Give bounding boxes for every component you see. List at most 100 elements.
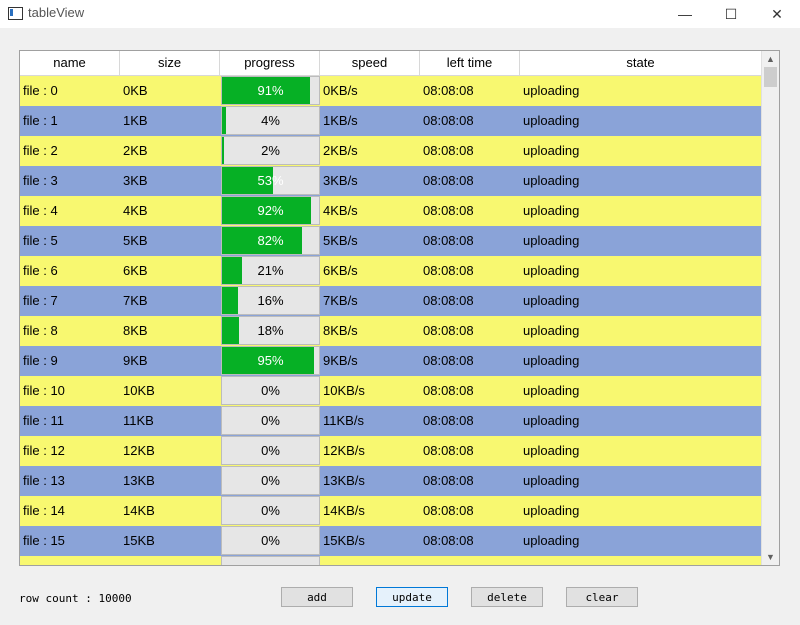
cell-state: uploading [523,353,580,368]
cell-speed: 3KB/s [323,173,358,188]
delete-button[interactable]: delete [471,587,543,607]
progress-bar: 95% [221,346,320,375]
cell-left-time: 08:08:08 [423,443,474,458]
update-button[interactable]: update [376,587,448,607]
column-header-size[interactable]: size [120,51,220,75]
cell-left-time: 08:08:08 [423,353,474,368]
progress-label [222,557,319,565]
cell-left-time: 08:08:08 [423,263,474,278]
cell-speed: 14KB/s [323,503,365,518]
progress-bar: 0% [221,526,320,555]
cell-name: file : 2 [23,143,58,158]
progress-bar: 16% [221,286,320,315]
minimize-button[interactable]: — [662,0,708,28]
table-row[interactable]: file : 2 2KB 2KB/s 08:08:08 uploading 2% [20,136,761,166]
cell-name: file : 0 [23,83,58,98]
cell-size: 13KB [123,473,155,488]
cell-speed: 6KB/s [323,263,358,278]
column-header-name[interactable]: name [20,51,120,75]
scroll-down-arrow-icon[interactable]: ▼ [762,549,779,565]
cell-name: file : 10 [23,383,65,398]
table-row[interactable]: file : 10 10KB 10KB/s 08:08:08 uploading 0% [20,376,761,406]
progress-bar: 0% [221,406,320,435]
table-row[interactable]: file : 13 13KB 13KB/s 08:08:08 uploading 0% [20,466,761,496]
progress-bar: 91% [221,76,320,105]
progress-bar: 53% [221,166,320,195]
cell-size: 14KB [123,503,155,518]
progress-label: 95% [257,353,284,368]
progress-bar: 0% [221,496,320,525]
cell-size: 8KB [123,323,148,338]
cell-name: file : 12 [23,443,65,458]
cell-speed: 0KB/s [323,83,358,98]
cell-left-time: 08:08:08 [423,503,474,518]
close-button[interactable]: ✕ [754,0,800,28]
table-row[interactable]: file : 3 3KB 3KB/s 08:08:08 uploading 53% [20,166,761,196]
column-header-speed[interactable]: speed [320,51,420,75]
cell-name: file : 13 [23,473,65,488]
table-row[interactable]: file : 8 8KB 8KB/s 08:08:08 uploading 18% [20,316,761,346]
cell-state: uploading [523,263,580,278]
table-row[interactable]: file : 11 11KB 11KB/s 08:08:08 uploading 0% [20,406,761,436]
progress-bar: 4% [221,106,320,135]
table-body: file : 0 0KB 0KB/s 08:08:08 uploading 91% file… [20,76,761,565]
table-row[interactable]: file : 14 14KB 14KB/s 08:08:08 uploading 0% [20,496,761,526]
progress-bar: 0% [221,466,320,495]
add-button[interactable]: add [281,587,353,607]
progress-bar: 82% [221,226,320,255]
cell-name: file : 8 [23,323,58,338]
cell-left-time: 08:08:08 [423,173,474,188]
table-row[interactable]: file : 0 0KB 0KB/s 08:08:08 uploading 91% [20,76,761,106]
cell-size: 10KB [123,383,155,398]
table-header: name size progress speed left time state [20,51,761,76]
window-title: tableView [28,5,85,20]
table-row[interactable]: file : 7 7KB 7KB/s 08:08:08 uploading 16% [20,286,761,316]
cell-speed: 9KB/s [323,353,358,368]
cell-name: file : 9 [23,353,58,368]
cell-size: 12KB [123,443,155,458]
table-row[interactable]: file : 15 15KB 15KB/s 08:08:08 uploading 0% [20,526,761,556]
progress-label: 2% [261,143,280,158]
table-row[interactable]: file : 12 12KB 12KB/s 08:08:08 uploading 0% [20,436,761,466]
table-row[interactable]: file : 6 6KB 6KB/s 08:08:08 uploading 21% [20,256,761,286]
cell-size: 11KB [123,413,154,428]
progress-label: 0% [261,413,280,428]
vertical-scrollbar[interactable]: ▲ ▼ [761,51,779,565]
cell-state: uploading [523,83,580,98]
progress-bar: 21% [221,256,320,285]
cell-state: uploading [523,143,580,158]
cell-left-time: 08:08:08 [423,293,474,308]
cell-state: uploading [523,443,580,458]
progress-bar [221,556,320,565]
column-header-progress[interactable]: progress [220,51,320,75]
title-bar: tableView — ☐ ✕ [0,0,800,28]
cell-size: 2KB [123,143,148,158]
table-row[interactable] [20,556,761,565]
cell-size: 0KB [123,83,148,98]
progress-label: 4% [261,113,280,128]
progress-label: 53% [257,173,284,188]
clear-button[interactable]: clear [566,587,638,607]
cell-state: uploading [523,413,580,428]
cell-speed [320,556,420,565]
cell-speed: 8KB/s [323,323,358,338]
column-header-state[interactable]: state [520,51,761,75]
cell-left-time [420,556,520,565]
table-row[interactable]: file : 1 1KB 1KB/s 08:08:08 uploading 4% [20,106,761,136]
maximize-button[interactable]: ☐ [708,0,754,28]
progress-label: 18% [257,323,284,338]
progress-label: 92% [257,203,284,218]
cell-left-time: 08:08:08 [423,203,474,218]
cell-left-time: 08:08:08 [423,473,474,488]
table-row[interactable]: file : 5 5KB 5KB/s 08:08:08 uploading 82% [20,226,761,256]
scroll-up-arrow-icon[interactable]: ▲ [762,51,779,67]
scrollbar-thumb[interactable] [764,67,777,87]
cell-state: uploading [523,473,580,488]
cell-name: file : 5 [23,233,58,248]
cell-name: file : 7 [23,293,58,308]
table-row[interactable]: file : 9 9KB 9KB/s 08:08:08 uploading 95% [20,346,761,376]
file-table[interactable]: name size progress speed left time state… [19,50,780,566]
cell-name: file : 4 [23,203,58,218]
column-header-left-time[interactable]: left time [420,51,520,75]
table-row[interactable]: file : 4 4KB 4KB/s 08:08:08 uploading 92% [20,196,761,226]
